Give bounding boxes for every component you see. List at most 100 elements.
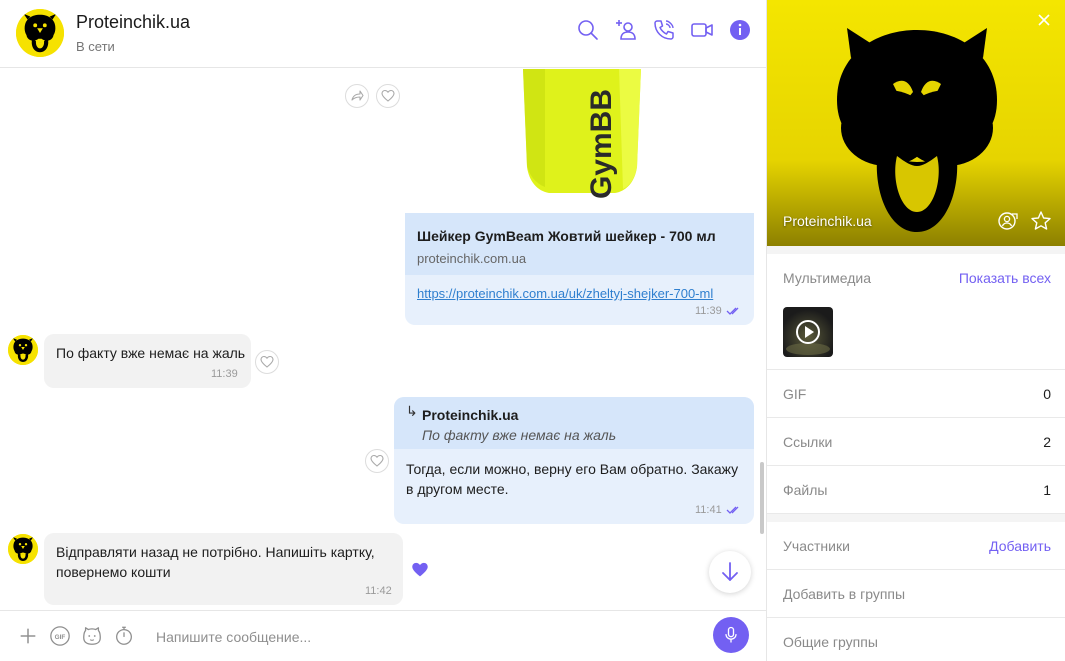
plus-icon: [20, 628, 36, 644]
quoted-text: По факту вже немає на жаль: [422, 427, 617, 443]
files-count: 1: [1043, 482, 1051, 498]
add-participant-link[interactable]: Добавить: [989, 538, 1051, 554]
heart-filled-icon: [412, 562, 428, 577]
walrus-logo-icon: [8, 534, 38, 564]
contact-avatar[interactable]: [16, 9, 64, 57]
info-icon: [730, 20, 750, 40]
heart-outline-icon: [381, 89, 395, 102]
multimedia-label: Мультимедиа: [783, 270, 871, 286]
participants-label: Участники: [783, 538, 850, 554]
close-icon[interactable]: [1036, 12, 1052, 28]
link-preview-title[interactable]: Шейкер GymBeam Жовтий шейкер - 700 мл: [417, 228, 716, 244]
heart-outline-icon: [370, 454, 384, 467]
like-button[interactable]: [365, 449, 389, 473]
message-composer: GIF: [0, 610, 766, 661]
links-count: 2: [1043, 434, 1051, 450]
message-text-line2: в другом месте.: [406, 481, 509, 497]
participants-row: Участники Добавить: [767, 522, 1065, 570]
timer-button[interactable]: [112, 624, 136, 648]
gif-button[interactable]: GIF: [48, 624, 72, 648]
message-time: 11:39: [211, 368, 238, 380]
contact-info-panel: Proteinchik.ua Мультимедиа Показать всех…: [766, 0, 1065, 661]
outgoing-reply-message[interactable]: ↳ Proteinchik.ua По факту вже немає на ж…: [394, 397, 754, 524]
quoted-author: Proteinchik.ua: [422, 407, 519, 423]
voice-message-button[interactable]: [713, 617, 749, 653]
like-button[interactable]: [255, 350, 279, 374]
forward-button[interactable]: [345, 84, 369, 108]
scroll-to-bottom-button[interactable]: [709, 551, 751, 593]
info-button[interactable]: [728, 18, 752, 42]
contact-name[interactable]: Proteinchik.ua: [76, 12, 190, 33]
files-label: Файлы: [783, 482, 828, 498]
attach-button[interactable]: [16, 624, 40, 648]
contact-avatar-small[interactable]: [8, 335, 38, 365]
message-text-line1: Тогда, если можно, верну его Вам обратно…: [406, 461, 739, 477]
common-groups-row[interactable]: Общие группы: [767, 618, 1065, 661]
reply-arrow-icon: ↳: [406, 403, 418, 419]
common-groups-label: Общие группы: [783, 634, 878, 650]
section-divider: [767, 514, 1065, 522]
sticker-button[interactable]: [80, 624, 104, 648]
incoming-message[interactable]: Відправляти назад не потрібно. Напишіть …: [44, 533, 403, 605]
header-actions: [576, 18, 752, 42]
gif-label: GIF: [783, 386, 807, 402]
profile-cover: Proteinchik.ua: [767, 0, 1065, 246]
microphone-icon: [725, 626, 737, 643]
contact-status: В сети: [76, 39, 115, 54]
shaker-bottle-image: GymBB: [405, 69, 754, 213]
gif-icon: GIF: [50, 626, 70, 646]
chat-pane: Proteinchik.ua В сети GymBB Шейкер GymBe…: [0, 0, 766, 661]
stopwatch-icon: [116, 626, 132, 645]
link-preview-image[interactable]: GymBB: [405, 69, 754, 213]
add-user-icon: [616, 20, 636, 40]
search-button[interactable]: [576, 18, 600, 42]
share-contact-icon[interactable]: [997, 210, 1019, 232]
share-arrow-icon: [351, 90, 364, 101]
media-thumbnail[interactable]: [783, 307, 833, 357]
video-call-button[interactable]: [690, 18, 714, 42]
phone-icon: [654, 20, 674, 40]
incoming-message[interactable]: По факту вже немає на жаль 11:39: [44, 334, 251, 388]
link-preview-message[interactable]: GymBB Шейкер GymBeam Жовтий шейкер - 700…: [405, 69, 754, 325]
walrus-logo-icon: [8, 335, 38, 365]
voice-call-button[interactable]: [652, 18, 676, 42]
files-row[interactable]: Файлы 1: [767, 466, 1065, 514]
section-divider: [767, 246, 1065, 254]
links-row[interactable]: Ссылки 2: [767, 418, 1065, 466]
video-camera-icon: [691, 23, 713, 37]
links-label: Ссылки: [783, 434, 833, 450]
message-time: 11:41: [695, 504, 722, 516]
bear-sticker-icon: [83, 627, 101, 645]
contact-avatar-small[interactable]: [8, 534, 38, 564]
message-text-line1: Відправляти назад не потрібно. Напишіть …: [56, 544, 375, 560]
message-text-line2: повернемо кошти: [56, 564, 171, 580]
shaker-brand-text: GymBB: [585, 89, 618, 199]
quoted-message[interactable]: ↳ Proteinchik.ua По факту вже немає на ж…: [394, 397, 754, 449]
walrus-logo-icon: [16, 9, 64, 57]
walrus-logo-image: [767, 0, 1065, 246]
message-list[interactable]: GymBB Шейкер GymBeam Жовтий шейкер - 700…: [0, 69, 766, 610]
play-video-icon: [786, 320, 830, 355]
add-to-groups-row[interactable]: Добавить в группы: [767, 570, 1065, 618]
read-ticks-icon: [726, 307, 739, 315]
message-time: 11:39: [695, 305, 722, 317]
profile-name: Proteinchik.ua: [783, 213, 872, 229]
gif-row[interactable]: GIF 0: [767, 370, 1065, 418]
scrollbar-thumb[interactable]: [760, 462, 764, 534]
link-preview-domain: proteinchik.com.ua: [417, 251, 527, 266]
add-to-groups-label: Добавить в группы: [783, 586, 906, 602]
add-participant-button[interactable]: [614, 18, 638, 42]
star-icon[interactable]: [1030, 210, 1052, 232]
message-time: 11:42: [365, 585, 392, 597]
message-text: По факту вже немає на жаль: [56, 345, 246, 361]
like-button[interactable]: [376, 84, 400, 108]
gif-count: 0: [1043, 386, 1051, 402]
show-all-link[interactable]: Показать всех: [959, 270, 1051, 286]
arrow-down-icon: [722, 562, 738, 581]
search-icon: [578, 20, 598, 40]
message-input[interactable]: [156, 627, 686, 647]
link-url[interactable]: https://proteinchik.com.ua/uk/zheltyj-sh…: [417, 286, 713, 301]
chat-header: Proteinchik.ua В сети: [0, 0, 766, 68]
liked-heart-button[interactable]: [411, 561, 431, 579]
heart-outline-icon: [260, 355, 274, 368]
